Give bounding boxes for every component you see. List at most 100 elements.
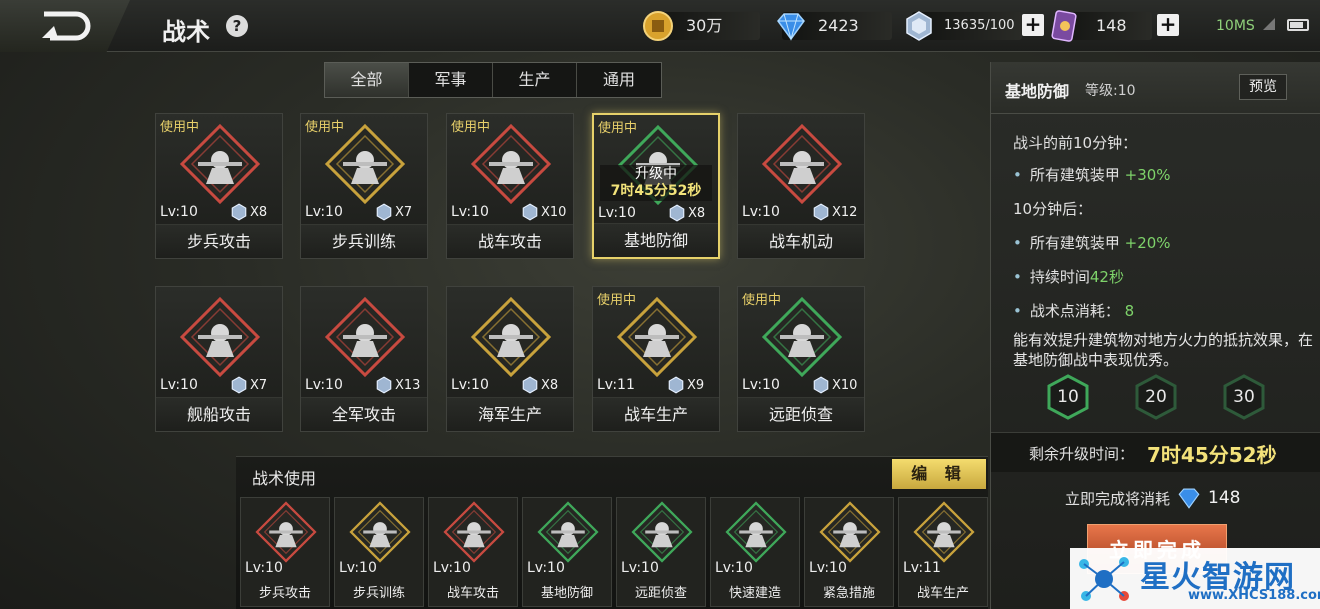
edit-button[interactable]: 编 辑 xyxy=(892,459,986,489)
tactic-card[interactable]: 使用中 Lv:10 X10 远距侦查 xyxy=(737,286,865,432)
tactic-emblem-icon xyxy=(725,501,787,563)
crystal-icon xyxy=(231,376,247,394)
in-use-badge: 使用中 xyxy=(160,120,200,135)
tactic-level: Lv:10 xyxy=(598,205,636,221)
effect-cost-value: 8 xyxy=(1124,302,1135,320)
tactic-level: Lv:11 xyxy=(597,377,635,393)
tab-general[interactable]: 通用 xyxy=(577,63,661,97)
slot-emblem xyxy=(630,500,694,568)
tactic-level: Lv:10 xyxy=(160,377,198,393)
tab-all[interactable]: 全部 xyxy=(325,63,409,97)
tactic-slot[interactable]: Lv:10 战车攻击 xyxy=(428,497,518,607)
tactic-card[interactable]: Lv:10 X12 战车机动 xyxy=(737,113,865,259)
slot-emblem xyxy=(536,500,600,568)
level-badge-10-label: 10 xyxy=(1057,387,1079,407)
tactic-emblem-icon xyxy=(443,501,505,563)
tactic-emblem xyxy=(323,122,407,210)
slot-level: Lv:11 xyxy=(903,560,941,576)
tactic-card[interactable]: Lv:10 X8 海军生产 xyxy=(446,286,574,432)
in-use-badge: 使用中 xyxy=(597,293,637,308)
back-button[interactable] xyxy=(0,0,130,52)
remaining-label: 剩余升级时间： xyxy=(1029,445,1135,463)
slot-emblem xyxy=(912,500,976,568)
level-badge-10[interactable]: 10 xyxy=(1045,374,1091,420)
crystal-icon xyxy=(231,203,247,221)
tactic-cost: X8 xyxy=(230,203,267,221)
tactic-cost-value: X12 xyxy=(832,204,858,220)
effect-armor-1-value: +30% xyxy=(1124,166,1171,184)
diamond-resource: 2423 xyxy=(777,12,892,41)
tactic-cost: X9 xyxy=(667,376,704,394)
top-bar: 战术 ? 30万 2423 13635/100 + 148 + 10MS xyxy=(0,0,1320,52)
upgrade-time: 7时45分52秒 xyxy=(610,183,702,199)
effect-cost: • 战术点消耗： 8 xyxy=(1013,302,1135,320)
tactic-emblem-icon xyxy=(913,501,975,563)
tactic-emblem-icon xyxy=(470,296,552,378)
network-logo-icon xyxy=(1079,557,1129,601)
slot-emblem xyxy=(348,500,412,568)
category-tabs: 全部 军事 生产 通用 xyxy=(324,62,662,98)
tactic-slot[interactable]: Lv:10 快速建造 xyxy=(710,497,800,607)
crystal-icon xyxy=(813,203,829,221)
detail-panel: 基地防御 等级:10 预览 战斗的前10分钟： • 所有建筑装甲 +30% 10分… xyxy=(990,62,1320,609)
upgrade-label: 升级中 xyxy=(635,166,677,182)
slot-name: 步兵训练 xyxy=(352,586,405,601)
tactic-slot[interactable]: Lv:10 步兵攻击 xyxy=(240,497,330,607)
tactic-card[interactable]: 使用中 Lv:10 X10 战车攻击 xyxy=(446,113,574,259)
gold-coin-icon xyxy=(643,11,673,41)
tactic-cost: X10 xyxy=(812,376,857,394)
slot-name: 步兵攻击 xyxy=(258,586,311,601)
tactic-slot[interactable]: Lv:10 紧急措施 xyxy=(804,497,894,607)
tactic-card[interactable]: 使用中 Lv:11 X9 战车生产 xyxy=(592,286,720,432)
remaining-time-row: 剩余升级时间： 7时45分52秒 xyxy=(991,432,1320,472)
slot-name: 基地防御 xyxy=(540,586,593,601)
gold-value: 30万 xyxy=(686,16,723,35)
slot-level: Lv:10 xyxy=(809,560,847,576)
upgrade-overlay: 升级中 7时45分52秒 xyxy=(600,165,712,201)
crystal-icon xyxy=(376,203,392,221)
slot-emblem xyxy=(442,500,506,568)
effect-duration-value: 42秒 xyxy=(1089,268,1124,286)
level-badge-30[interactable]: 30 xyxy=(1221,374,1267,420)
tactic-cost-value: X7 xyxy=(250,377,268,393)
level-badge-20[interactable]: 20 xyxy=(1133,374,1179,420)
effect-phase-1: 战斗的前10分钟： xyxy=(1013,134,1138,152)
finish-cost: 立即完成将消耗 148 xyxy=(1065,486,1240,510)
level-badge-30-label: 30 xyxy=(1233,387,1255,407)
in-use-badge: 使用中 xyxy=(598,121,638,136)
tactic-cost-value: X9 xyxy=(687,377,705,393)
tactic-card[interactable]: 使用中 升级中 7时45分52秒 Lv:10 X8 基地防御 xyxy=(592,113,720,259)
tab-production[interactable]: 生产 xyxy=(493,63,577,97)
diamond-icon xyxy=(1178,488,1200,509)
crystal-icon xyxy=(522,376,538,394)
add-crystal-button[interactable]: + xyxy=(1022,14,1044,36)
tactic-slot[interactable]: Lv:11 战车生产 xyxy=(898,497,988,607)
tactic-card[interactable]: Lv:10 X7 舰船攻击 xyxy=(155,286,283,432)
remaining-value: 7时45分52秒 xyxy=(1147,443,1277,467)
tactic-name: 步兵攻击 xyxy=(156,224,282,258)
preview-button[interactable]: 预览 xyxy=(1239,74,1287,100)
slot-level: Lv:10 xyxy=(715,560,753,576)
tactic-slot[interactable]: Lv:10 步兵训练 xyxy=(334,497,424,607)
effect-armor-1-label: 所有建筑装甲 xyxy=(1029,166,1120,184)
in-use-title: 战术使用 xyxy=(252,469,317,488)
tactic-card[interactable]: 使用中 Lv:10 X8 步兵攻击 xyxy=(155,113,283,259)
effect-duration: • 持续时间42秒 xyxy=(1013,268,1124,286)
tactic-emblem-icon xyxy=(819,501,881,563)
help-icon[interactable]: ? xyxy=(226,15,248,37)
tactic-name: 战车生产 xyxy=(593,397,719,431)
tactic-emblem xyxy=(178,295,262,383)
tactic-slot[interactable]: Lv:10 基地防御 xyxy=(522,497,612,607)
tab-military[interactable]: 军事 xyxy=(409,63,493,97)
tactic-cost: X12 xyxy=(812,203,857,221)
slot-emblem xyxy=(818,500,882,568)
add-card-button[interactable]: + xyxy=(1157,14,1179,36)
tactic-cost: X7 xyxy=(230,376,267,394)
tactic-card[interactable]: Lv:10 X13 全军攻击 xyxy=(300,286,428,432)
effect-armor-2: • 所有建筑装甲 +20% xyxy=(1013,234,1171,252)
tactic-emblem-icon xyxy=(349,501,411,563)
tactic-name: 基地防御 xyxy=(594,223,718,257)
tactic-card[interactable]: 使用中 Lv:10 X7 步兵训练 xyxy=(300,113,428,259)
tactic-cost-value: X10 xyxy=(832,377,858,393)
tactic-slot[interactable]: Lv:10 远距侦查 xyxy=(616,497,706,607)
